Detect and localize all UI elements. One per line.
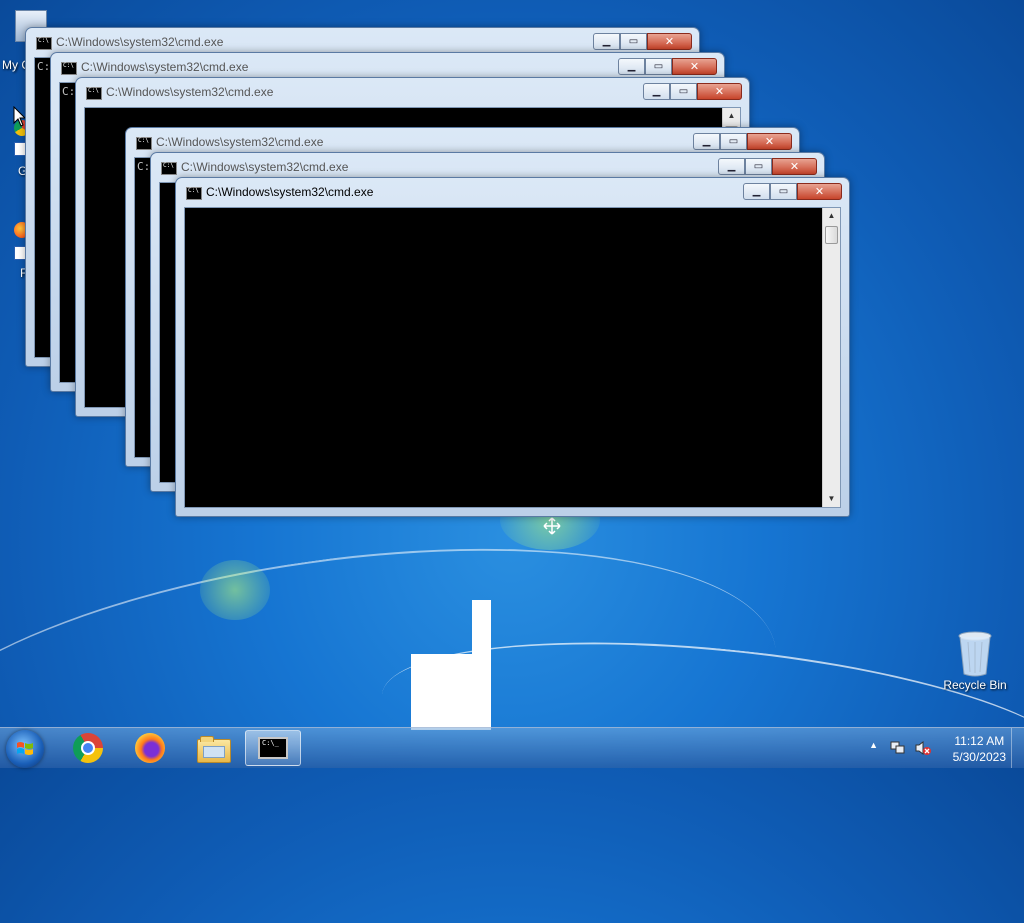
- cmd-icon: C:\_: [258, 737, 288, 759]
- wallpaper-glow: [200, 560, 270, 620]
- minimize-icon: ▁: [627, 61, 636, 72]
- close-button[interactable]: ✕: [672, 58, 717, 75]
- cmd-app-icon[interactable]: [36, 37, 52, 50]
- minimize-button[interactable]: ▁: [693, 133, 720, 150]
- network-icon[interactable]: [890, 740, 906, 756]
- maximize-button[interactable]: ▭: [645, 58, 672, 75]
- minimize-icon: ▁: [602, 36, 611, 47]
- console-text: C:: [62, 85, 76, 98]
- taskbar: C:\_ ▲ 11:12 AM 5/30/2023: [0, 727, 1024, 768]
- folder-icon: [197, 736, 231, 763]
- scroll-thumb[interactable]: [825, 226, 838, 244]
- maximize-icon: ▭: [653, 61, 664, 72]
- clock[interactable]: 11:12 AM 5/30/2023: [953, 733, 1006, 765]
- vertical-scrollbar[interactable]: ▲▼: [822, 208, 840, 507]
- window-titlebar[interactable]: C:\Windows\system32\cmd.exe ▁ ▭ ✕: [76, 78, 749, 106]
- move-cursor-icon: [543, 517, 561, 535]
- close-icon: ✕: [814, 185, 825, 198]
- window-titlebar[interactable]: C:\Windows\system32\cmd.exe ▁ ▭ ✕: [176, 178, 849, 206]
- rendering-artifact: [411, 654, 491, 730]
- desktop-icon-recycle-bin[interactable]: Recycle Bin: [943, 630, 1007, 692]
- minimize-button[interactable]: ▁: [643, 83, 670, 100]
- close-icon: ✕: [689, 60, 700, 73]
- maximize-button[interactable]: ▭: [720, 133, 747, 150]
- console-text: C:: [137, 160, 151, 173]
- window-title: C:\Windows\system32\cmd.exe: [181, 160, 349, 174]
- system-tray: ▲ 11:12 AM 5/30/2023: [864, 728, 1024, 768]
- maximize-icon: ▭: [628, 36, 639, 47]
- clock-date: 5/30/2023: [952, 750, 1006, 764]
- maximize-icon: ▭: [728, 136, 739, 147]
- taskbar-chrome-button[interactable]: [60, 730, 116, 766]
- cmd-window[interactable]: C:\Windows\system32\cmd.exe▁▭✕▲▼: [175, 177, 850, 517]
- scroll-up-arrow-icon[interactable]: ▲: [723, 108, 740, 124]
- close-button[interactable]: ✕: [697, 83, 742, 100]
- maximize-button[interactable]: ▭: [745, 158, 772, 175]
- minimize-icon: ▁: [752, 186, 761, 197]
- cmd-app-icon[interactable]: [186, 187, 202, 200]
- taskbar-firefox-button[interactable]: [122, 730, 178, 766]
- desktop-icon-label: Recycle Bin: [943, 678, 1007, 692]
- close-button[interactable]: ✕: [747, 133, 792, 150]
- minimize-icon: ▁: [727, 161, 736, 172]
- console-text: C:: [37, 60, 51, 73]
- start-button[interactable]: [6, 730, 44, 768]
- maximize-button[interactable]: ▭: [670, 83, 697, 100]
- scroll-down-arrow-icon[interactable]: ▼: [823, 491, 840, 507]
- cmd-app-icon[interactable]: [136, 137, 152, 150]
- cmd-app-icon[interactable]: [161, 162, 177, 175]
- clock-time: 11:12 AM: [954, 734, 1005, 748]
- volume-muted-icon[interactable]: [914, 740, 932, 756]
- maximize-icon: ▭: [778, 186, 789, 197]
- recycle-bin-icon: [958, 631, 992, 677]
- close-button[interactable]: ✕: [647, 33, 692, 50]
- rendering-artifact: [472, 600, 491, 660]
- close-icon: ✕: [714, 85, 725, 98]
- windows-logo-icon: [17, 742, 33, 755]
- window-title: C:\Windows\system32\cmd.exe: [81, 60, 249, 74]
- minimize-button[interactable]: ▁: [593, 33, 620, 50]
- chrome-icon: [73, 733, 103, 763]
- cmd-app-icon[interactable]: [61, 62, 77, 75]
- close-icon: ✕: [789, 160, 800, 173]
- minimize-icon: ▁: [702, 136, 711, 147]
- window-title: C:\Windows\system32\cmd.exe: [206, 185, 374, 199]
- minimize-icon: ▁: [652, 86, 661, 97]
- show-hidden-icons-arrow[interactable]: ▲: [869, 740, 878, 750]
- close-icon: ✕: [664, 35, 675, 48]
- taskbar-file-explorer-button[interactable]: [184, 730, 240, 766]
- firefox-icon: [135, 733, 165, 763]
- close-button[interactable]: ✕: [772, 158, 817, 175]
- window-title: C:\Windows\system32\cmd.exe: [56, 35, 224, 49]
- console-area[interactable]: ▲▼: [184, 207, 841, 508]
- minimize-button[interactable]: ▁: [718, 158, 745, 175]
- close-icon: ✕: [764, 135, 775, 148]
- cmd-app-icon[interactable]: [86, 87, 102, 100]
- window-title: C:\Windows\system32\cmd.exe: [106, 85, 274, 99]
- maximize-button[interactable]: ▭: [620, 33, 647, 50]
- maximize-icon: ▭: [753, 161, 764, 172]
- taskbar-cmd-button[interactable]: C:\_: [245, 730, 301, 766]
- window-title: C:\Windows\system32\cmd.exe: [156, 135, 324, 149]
- minimize-button[interactable]: ▁: [743, 183, 770, 200]
- scroll-up-arrow-icon[interactable]: ▲: [823, 208, 840, 224]
- close-button[interactable]: ✕: [797, 183, 842, 200]
- maximize-button[interactable]: ▭: [770, 183, 797, 200]
- minimize-button[interactable]: ▁: [618, 58, 645, 75]
- show-desktop-button[interactable]: [1011, 728, 1024, 768]
- maximize-icon: ▭: [678, 86, 689, 97]
